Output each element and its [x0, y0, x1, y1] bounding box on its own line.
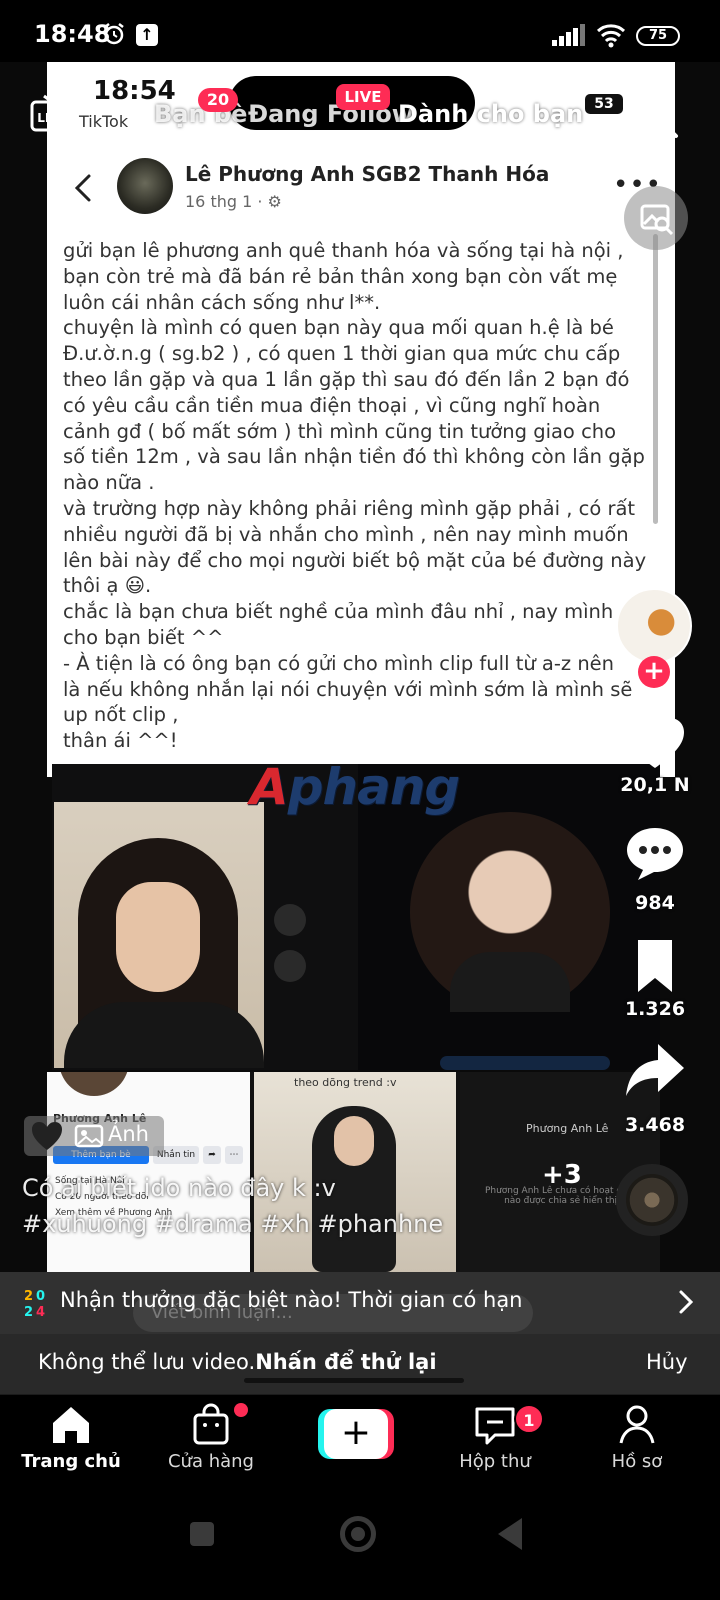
system-navigation: [0, 1490, 720, 1600]
post-body-line: nào nữa .: [63, 471, 155, 495]
svg-text:0: 0: [36, 1289, 45, 1304]
tab-for-you[interactable]: Dành cho bạn: [398, 100, 583, 128]
battery-indicator: 75: [636, 26, 680, 46]
photo-icon: [74, 1124, 104, 1148]
svg-text:LIVE: LIVE: [37, 111, 67, 125]
heart-photo-icon: [32, 1122, 62, 1150]
chevron-right-icon: [679, 1290, 694, 1314]
profile-icon: [619, 1405, 655, 1444]
inbox-icon: [475, 1407, 515, 1445]
caption-hashtags[interactable]: #xuhuong #drama #xh #phanhne: [22, 1206, 582, 1242]
screenshot-app-name: TikTok: [79, 112, 129, 131]
home-system-button[interactable]: [340, 1516, 376, 1552]
svg-text:4: 4: [36, 1305, 45, 1318]
post-body-line: thân ái ^^!: [63, 729, 178, 753]
photo-girl-left: [54, 802, 264, 1068]
camera-circle-icon: [274, 950, 306, 982]
privacy-gear-icon: ⚙: [267, 192, 282, 211]
like-count: 20,1 N: [620, 774, 690, 796]
bottom-nav: Trang chủ Cửa hàng + Hộp thư Hồ sơ: [0, 1394, 720, 1490]
post-body-line: up nốt clip ,: [63, 703, 179, 727]
post-screenshot: 18:54 TikTok 53 Lê Phương Anh SGB2 Thanh…: [47, 62, 675, 777]
caption-text: Có ai biết ido nào đây k :v: [22, 1174, 336, 1202]
post-body-line: theo lần gặp và qua 1 lần gặp thì sau đó…: [63, 367, 630, 391]
post-body-line: gửi bạn lê phương anh quê thanh hóa và s…: [63, 239, 624, 262]
share-count: 3.468: [624, 1114, 686, 1136]
post-body-line: số tiền 12m , và sau lần nhận tiền đó th…: [63, 445, 645, 469]
nav-profile[interactable]: Hồ sơ: [572, 1403, 702, 1472]
inbox-badge: 1: [514, 1404, 544, 1434]
live-badge: LIVE: [336, 84, 390, 110]
post-body-line: cảnh gđ ( bố mất sớm ) thì mình cũng tin…: [63, 419, 617, 443]
search-icon[interactable]: [636, 96, 680, 140]
creator-avatar[interactable]: [616, 588, 692, 664]
post-body-line: có yêu cầu cần tiền mua điện thoại , vì …: [63, 393, 601, 417]
screenshot-battery: 53: [585, 94, 623, 114]
post-date: 16 thg 1 · ⚙: [185, 192, 282, 211]
post-body-line: và trường hợp này không phải riêng mình …: [63, 496, 636, 520]
retry-link[interactable]: Nhấn để thử lại: [255, 1350, 436, 1374]
music-disc[interactable]: [616, 1164, 688, 1236]
watermark-logo: Aphang: [250, 758, 460, 816]
upload-notification-icon: ↑: [136, 24, 158, 46]
follow-button[interactable]: +: [638, 656, 670, 688]
shop-notification-dot: [234, 1403, 248, 1417]
svg-text:2: 2: [24, 1289, 33, 1304]
live-icon[interactable]: LIVE: [30, 94, 74, 134]
scrollbar: [653, 234, 658, 524]
share-arrow-icon[interactable]: [624, 1042, 686, 1098]
post-body-line: thôi ạ 😃.: [63, 574, 152, 598]
recents-button[interactable]: [190, 1522, 214, 1546]
status-time: 18:48: [34, 20, 111, 48]
author-avatar: [117, 158, 173, 214]
create-button[interactable]: +: [318, 1409, 394, 1459]
post-body-line: luôn cái nhân cách sống như l**.: [63, 290, 381, 314]
nav-shop[interactable]: Cửa hàng: [146, 1403, 276, 1472]
photo-mode-chip[interactable]: Ảnh: [24, 1116, 164, 1156]
comment-icon[interactable]: [624, 826, 686, 882]
active-tab-indicator: [456, 134, 496, 137]
blurred-bar: [440, 1056, 610, 1070]
back-system-button[interactable]: [498, 1518, 522, 1550]
image-search-icon: [640, 204, 674, 236]
post-body-line: bạn còn trẻ mà đã bán rẻ bản thân xong b…: [63, 264, 618, 288]
save-count: 1.326: [624, 998, 686, 1020]
calendar-2024-icon: 2 02 4: [24, 1289, 45, 1318]
toast-message: Không thể lưu video.Nhấn để thử lại: [38, 1350, 437, 1374]
friends-badge: 20: [198, 88, 238, 112]
alarm-icon: [104, 23, 124, 45]
profile-circle-photo: [410, 812, 610, 1012]
video-progress-bar[interactable]: [244, 1378, 464, 1383]
comment-input[interactable]: Viết bình luận...: [133, 1294, 533, 1332]
post-body-line: là nếu không nhắn lại nói chuyện với mìn…: [63, 677, 633, 701]
shopping-bag-icon: [193, 1403, 229, 1445]
cancel-button[interactable]: Hủy: [646, 1350, 688, 1374]
video-caption[interactable]: Có ai biết ido nào đây k :v #xuhuong #dr…: [22, 1170, 582, 1242]
image-search-button[interactable]: [624, 186, 688, 250]
post-body: gửi bạn lê phương anh quê thanh hóa và s…: [63, 238, 659, 754]
signal-icon: [552, 24, 585, 46]
bookmark-icon[interactable]: [624, 938, 686, 994]
wifi-icon: [596, 24, 626, 48]
save-failed-toast: Không thể lưu video.Nhấn để thử lại Hủy: [0, 1334, 720, 1394]
post-body-line: chắc là bạn chưa biết nghề của mình đâu …: [63, 600, 630, 624]
post-body-line: cho bạn biết ^^: [63, 625, 224, 649]
svg-text:2: 2: [24, 1305, 33, 1318]
like-heart-icon[interactable]: [624, 716, 686, 772]
home-icon: [53, 1407, 89, 1443]
comment-count: 984: [635, 892, 675, 914]
post-body-line: nhiều người đã bị và nhắn cho mình , nên…: [63, 522, 629, 546]
status-bar: 18:48 ↑ 75: [0, 0, 720, 62]
post-body-line: lên bài này để cho mọi người biết bộ mặt…: [63, 548, 647, 572]
post-body-line: - À tiện là có ông bạn có gửi cho mình c…: [63, 651, 615, 675]
back-arrow-icon: [74, 174, 91, 202]
nav-home[interactable]: Trang chủ: [6, 1403, 136, 1472]
post-author: Lê Phương Anh SGB2 Thanh Hóa: [185, 162, 550, 186]
post-body-line: Đ.ư.ờ.n.g ( sg.b2 ) , có quen 1 thời gia…: [63, 342, 621, 366]
share-circle-icon: [274, 904, 306, 936]
post-body-line: chuyện là mình có quen bạn này qua mối q…: [63, 316, 614, 340]
